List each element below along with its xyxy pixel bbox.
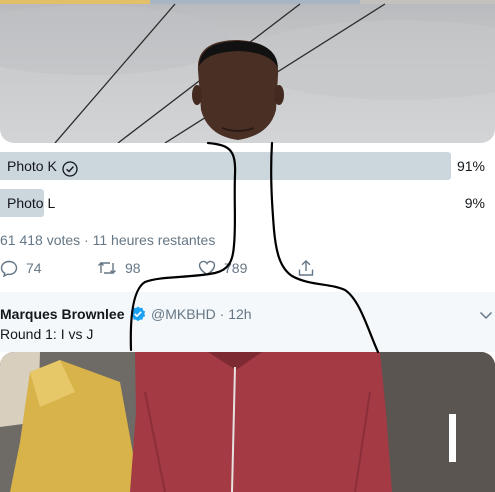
reply-count: 74 <box>26 260 42 276</box>
poll-percent-photo-l: 9% <box>464 195 485 211</box>
author-name[interactable]: Marques Brownlee <box>0 306 124 322</box>
chevron-down-icon[interactable] <box>479 308 493 320</box>
poll-option-photo-k[interactable]: Photo K <box>7 152 78 180</box>
poll-option-label: Photo L <box>7 195 56 211</box>
like-count: 789 <box>224 260 248 276</box>
retweet-icon <box>97 259 117 277</box>
like-button[interactable]: 789 <box>198 256 247 280</box>
poll-meta: 61 418 votes · 11 heures restantes <box>0 232 216 248</box>
photo-k-scene <box>0 3 495 143</box>
share-button[interactable] <box>297 256 315 280</box>
poll-option-label: Photo K <box>7 158 57 174</box>
photo-i-scene <box>0 352 495 492</box>
reply-icon <box>0 259 18 278</box>
photo-i-image[interactable] <box>0 352 495 492</box>
retweet-button[interactable]: 98 <box>97 256 141 280</box>
retweet-count: 98 <box>125 260 141 276</box>
verified-icon <box>130 306 146 322</box>
reply-button[interactable]: 74 <box>0 256 42 280</box>
share-icon <box>297 259 315 277</box>
tweet-text: Round 1: I vs J <box>0 326 94 342</box>
tweet-header-area <box>0 292 495 352</box>
poll-option-photo-l[interactable]: Photo L <box>7 189 55 217</box>
check-circle-icon <box>62 158 78 177</box>
like-icon <box>198 259 216 277</box>
poll-percent-photo-k: 91% <box>456 158 485 174</box>
photo-k-image[interactable] <box>0 0 495 143</box>
author-handle-time[interactable]: @MKBHD · 12h <box>151 306 252 322</box>
